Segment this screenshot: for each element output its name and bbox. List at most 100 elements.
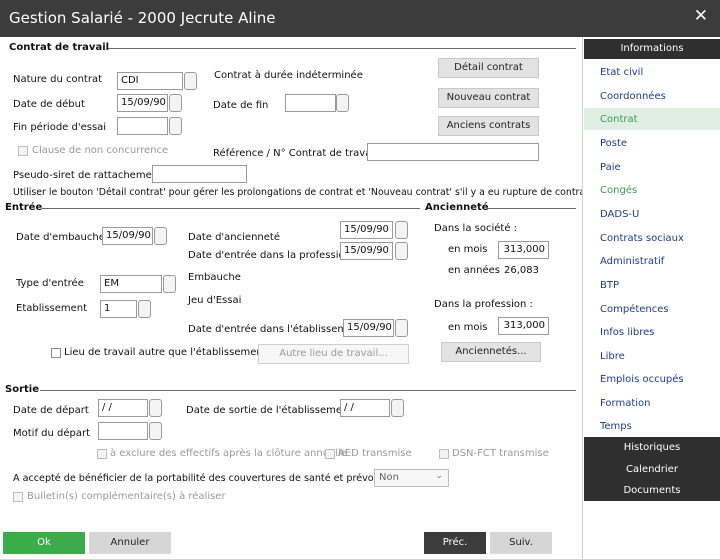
anciennete-societe-label: Dans la société : xyxy=(434,223,518,234)
sidebar-item-libre[interactable]: Libre xyxy=(600,351,625,362)
date-anciennete-input[interactable]: 15/09/90 xyxy=(340,221,393,239)
section-divider xyxy=(42,208,420,209)
type-entree-input[interactable]: EM xyxy=(100,275,162,293)
fin-essai-calendar-button[interactable] xyxy=(169,117,182,135)
anciennete-profession-mois-value[interactable]: 313,000 xyxy=(498,317,549,335)
nature-contrat-label: Nature du contrat xyxy=(13,74,102,85)
nature-contrat-lookup-button[interactable] xyxy=(184,72,197,90)
sidebar-item-competences[interactable]: Compétences xyxy=(600,304,669,315)
sidebar-item-dads-u[interactable]: DADS-U xyxy=(600,209,639,220)
sidebar-item-conges[interactable]: Congés xyxy=(600,185,637,196)
portabilite-label: A accepté de bénéficier de la portabilit… xyxy=(13,473,403,484)
anciennete-societe-annees-label: en années xyxy=(448,265,500,276)
sidebar: Informations Etat civil Coordonnées Cont… xyxy=(582,37,720,559)
etablissement-label: Etablissement xyxy=(16,303,87,314)
autre-lieu-travail-button[interactable]: Autre lieu de travail... xyxy=(258,344,409,364)
section-sortie-title: Sortie xyxy=(5,384,39,395)
date-sortie-etab-calendar-button[interactable] xyxy=(391,399,404,417)
fin-essai-input[interactable] xyxy=(117,117,168,135)
date-profession-input[interactable]: 15/09/90 xyxy=(340,242,393,260)
sidebar-item-formation[interactable]: Formation xyxy=(600,398,650,409)
ok-button[interactable]: Ok xyxy=(3,532,85,554)
type-entree-label: Type d'entrée xyxy=(16,278,84,289)
sidebar-item-contrats-sociaux[interactable]: Contrats sociaux xyxy=(600,233,684,244)
aed-transmise-checkbox[interactable] xyxy=(325,449,335,459)
date-debut-calendar-button[interactable] xyxy=(169,94,182,112)
date-sortie-etab-label: Date de sortie de l'établissement xyxy=(186,405,353,416)
type-entree-description: Embauche xyxy=(188,272,241,283)
chevron-down-icon: ⌄ xyxy=(435,471,443,481)
anciens-contrats-button[interactable]: Anciens contrats xyxy=(438,116,539,136)
date-embauche-label: Date d'embauche xyxy=(16,232,105,243)
etablissement-lookup-button[interactable] xyxy=(138,300,151,318)
aed-transmise-label: AED transmise xyxy=(338,448,412,459)
date-embauche-input[interactable]: 15/09/90 xyxy=(102,227,153,245)
suivant-button[interactable]: Suiv. xyxy=(490,532,552,554)
contrat-hint-text: Utiliser le bouton 'Détail contrat' pour… xyxy=(13,187,592,198)
sidebar-bottom-panel: Historiques Calendrier Documents xyxy=(584,437,720,501)
date-entree-etab-input[interactable]: 15/09/90 xyxy=(343,319,394,337)
pseudo-siret-input[interactable] xyxy=(152,165,247,183)
motif-depart-input[interactable] xyxy=(98,422,148,440)
sidebar-item-poste[interactable]: Poste xyxy=(600,138,627,149)
sidebar-item-infos-libres[interactable]: Infos libres xyxy=(600,327,654,338)
section-entree-title: Entrée xyxy=(5,202,43,213)
clause-non-concurrence-checkbox[interactable] xyxy=(18,146,28,156)
section-anciennete-title: Ancienneté xyxy=(425,202,489,213)
date-depart-label: Date de départ xyxy=(13,405,89,416)
sidebar-item-historiques[interactable]: Historiques xyxy=(584,437,720,459)
anciennetes-button[interactable]: Anciennetés... xyxy=(441,342,541,362)
date-sortie-etab-input[interactable]: / / xyxy=(340,399,390,417)
motif-depart-lookup-button[interactable] xyxy=(149,422,162,440)
date-profession-calendar-button[interactable] xyxy=(395,242,408,260)
sidebar-item-coordonnees[interactable]: Coordonnées xyxy=(600,91,666,102)
sidebar-header: Informations xyxy=(584,39,720,59)
section-divider xyxy=(486,208,576,209)
exclure-effectifs-checkbox[interactable] xyxy=(97,449,107,459)
nature-contrat-input[interactable]: CDI xyxy=(117,72,183,90)
nouveau-contrat-button[interactable]: Nouveau contrat xyxy=(438,88,539,108)
date-depart-input[interactable]: / / xyxy=(98,399,148,417)
bulletin-complementaire-label: Bulletin(s) complémentaire(s) à réaliser xyxy=(27,491,226,502)
annuler-button[interactable]: Annuler xyxy=(89,532,171,554)
pseudo-siret-label: Pseudo-siret de rattachement xyxy=(13,170,162,181)
sidebar-item-contrat[interactable]: Contrat xyxy=(600,114,638,125)
sidebar-item-administratif[interactable]: Administratif xyxy=(600,256,664,267)
date-depart-calendar-button[interactable] xyxy=(149,399,162,417)
date-entree-etab-calendar-button[interactable] xyxy=(395,319,408,337)
date-embauche-calendar-button[interactable] xyxy=(154,227,167,245)
close-icon[interactable]: ✕ xyxy=(694,6,708,26)
section-contrat-title: Contrat de travail xyxy=(9,42,110,53)
sidebar-item-emplois-occupes[interactable]: Emplois occupés xyxy=(600,374,684,385)
date-anciennete-calendar-button[interactable] xyxy=(395,221,408,239)
portabilite-selected-value: Non xyxy=(379,472,399,483)
sidebar-item-temps[interactable]: Temps xyxy=(600,421,632,432)
date-entree-etab-label: Date d'entrée dans l'établissement xyxy=(188,324,364,335)
section-divider xyxy=(40,390,576,391)
sidebar-item-btp[interactable]: BTP xyxy=(600,280,619,291)
title-bar: Gestion Salarié - 2000 Jecrute Aline ✕ xyxy=(0,0,720,37)
lieu-travail-checkbox[interactable] xyxy=(51,348,61,358)
etablissement-input[interactable]: 1 xyxy=(100,300,137,318)
sidebar-item-documents[interactable]: Documents xyxy=(584,480,720,501)
sidebar-item-paie[interactable]: Paie xyxy=(600,162,621,173)
date-fin-label: Date de fin xyxy=(213,100,269,111)
dsn-fct-transmise-checkbox[interactable] xyxy=(439,449,449,459)
precedent-button[interactable]: Préc. xyxy=(424,532,486,554)
sidebar-item-calendrier[interactable]: Calendrier xyxy=(584,459,720,480)
portabilite-select[interactable]: Non ⌄ xyxy=(374,469,449,487)
anciennete-societe-annees-value: 26,083 xyxy=(504,265,539,276)
anciennete-societe-mois-value[interactable]: 313,000 xyxy=(498,241,549,259)
date-debut-input[interactable]: 15/09/90 xyxy=(117,94,168,112)
sidebar-item-etat-civil[interactable]: Etat civil xyxy=(600,67,643,78)
date-profession-label: Date d'entrée dans la profession xyxy=(188,250,351,261)
date-fin-input[interactable] xyxy=(285,94,336,112)
type-entree-lookup-button[interactable] xyxy=(163,275,176,293)
exclure-effectifs-label: à exclure des effectifs après la clôture… xyxy=(110,448,347,459)
etablissement-description: Jeu d'Essai xyxy=(188,295,242,306)
detail-contrat-button[interactable]: Détail contrat xyxy=(438,58,539,78)
bulletin-complementaire-checkbox[interactable] xyxy=(13,492,23,502)
reference-contrat-input[interactable] xyxy=(367,143,539,161)
clause-non-concurrence-label: Clause de non concurrence xyxy=(32,145,169,156)
date-fin-calendar-button[interactable] xyxy=(336,94,349,112)
